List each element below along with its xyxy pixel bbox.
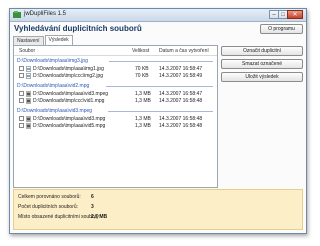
summary-value: 2,7 MB xyxy=(91,214,108,220)
results-list[interactable]: Soubor Velikost Datum a čas vytvoření D:… xyxy=(13,45,218,188)
file-date: 14.3.2007 16:58:48 xyxy=(159,98,203,104)
summary-label: Počet duplicitních souborů: xyxy=(18,204,79,210)
column-header-row: Soubor Velikost Datum a čas vytvoření xyxy=(14,46,217,56)
file-size: 1,3 MB xyxy=(135,91,151,97)
app-icon xyxy=(13,11,21,18)
file-size: 1,3 MB xyxy=(135,116,151,122)
group-divider xyxy=(109,61,213,62)
file-size: 1,3 MB xyxy=(135,98,151,104)
summary-panel: Celkem porovnáno souborů: 6 Počet duplic… xyxy=(13,189,303,230)
file-icon xyxy=(26,66,31,72)
column-header-size[interactable]: Velikost xyxy=(132,48,149,54)
file-date: 14.3.2007 16:58:49 xyxy=(159,73,203,79)
table-row[interactable]: D:\Downloads\tmp\aaa\img1.jpg 70 KB 14.3… xyxy=(14,66,217,73)
video-file-icon xyxy=(26,91,31,97)
row-checkbox[interactable] xyxy=(19,98,24,103)
window-title: jwDupliFiles 1.5 xyxy=(24,11,67,17)
file-size: 70 KB xyxy=(135,73,149,79)
table-row[interactable]: D:\Downloads\tmp\aaa\vid5.mpg 1,3 MB 14.… xyxy=(14,123,217,130)
file-path: D:\Downloads\tmp\ccc\vid1.mpg xyxy=(33,98,105,104)
table-row[interactable]: D:\Downloads\tmp\aaa\vid3.mpeg 1,3 MB 14… xyxy=(14,91,217,98)
row-checkbox[interactable] xyxy=(19,91,24,96)
column-header-date[interactable]: Datum a čas vytvoření xyxy=(159,48,209,54)
table-row[interactable]: D:\Downloads\tmp\aaa\vid3.mpg 1,3 MB 14.… xyxy=(14,116,217,123)
column-header-file[interactable]: Soubor xyxy=(19,48,35,54)
page-title: Vyhledávání duplicitních souborů xyxy=(14,24,142,33)
file-path: D:\Downloads\tmp\ccc\img2.jpg xyxy=(33,73,104,79)
group-divider xyxy=(106,86,213,87)
video-file-icon xyxy=(26,98,31,104)
about-button[interactable]: O programu xyxy=(260,24,303,34)
summary-row: Počet duplicitních souborů: 3 xyxy=(18,204,94,210)
table-row[interactable]: D:\Downloads\tmp\ccc\vid1.mpg 1,3 MB 14.… xyxy=(14,98,217,105)
mark-duplicates-button[interactable]: Označit duplicitní xyxy=(221,46,303,56)
file-path: D:\Downloads\tmp\aaa\vid3.mpeg xyxy=(33,91,109,97)
video-file-icon xyxy=(26,116,31,122)
file-path: D:\Downloads\tmp\aaa\vid5.mpg xyxy=(33,123,106,129)
header: Vyhledávání duplicitních souborů O progr… xyxy=(10,22,306,36)
caption-buttons: – □ ✕ xyxy=(269,10,303,19)
delete-marked-button[interactable]: Smazat označené xyxy=(221,59,303,69)
summary-label: Celkem porovnáno souborů: xyxy=(18,194,81,200)
group-header: D:\Downloads\tmp\aaa\vid2.mpg xyxy=(17,83,90,89)
tab-settings[interactable]: Nastavení xyxy=(13,36,44,45)
summary-value: 6 xyxy=(91,194,94,200)
summary-row: Celkem porovnáno souborů: 6 xyxy=(18,194,94,200)
file-date: 14.3.2007 16:58:47 xyxy=(159,66,203,72)
file-path: D:\Downloads\tmp\aaa\img1.jpg xyxy=(33,66,104,72)
summary-value: 3 xyxy=(91,204,94,210)
row-checkbox[interactable] xyxy=(19,123,24,128)
summary-row: Místo obsazené duplicitními soubory: 2,7… xyxy=(18,214,107,220)
save-result-button[interactable]: Uložit výsledek xyxy=(221,72,303,82)
row-checkbox[interactable] xyxy=(19,116,24,121)
file-date: 14.3.2007 16:58:47 xyxy=(159,91,203,97)
table-row[interactable]: D:\Downloads\tmp\ccc\img2.jpg 70 KB 14.3… xyxy=(14,73,217,80)
row-checkbox[interactable] xyxy=(19,66,24,71)
file-size: 1,3 MB xyxy=(135,123,151,129)
file-icon xyxy=(26,73,31,79)
row-checkbox[interactable] xyxy=(19,73,24,78)
file-date: 14.3.2007 16:58:48 xyxy=(159,116,203,122)
file-size: 70 KB xyxy=(135,66,149,72)
app-window: jwDupliFiles 1.5 – □ ✕ Vyhledávání dupli… xyxy=(9,8,307,234)
group-header: D:\Downloads\tmp\aaa\vid3.mpeg xyxy=(17,108,93,114)
group-divider xyxy=(108,111,213,112)
video-file-icon xyxy=(26,123,31,129)
tab-bar: Nastavení Výsledek xyxy=(13,35,74,46)
close-button[interactable]: ✕ xyxy=(287,10,303,19)
title-bar[interactable]: jwDupliFiles 1.5 – □ ✕ xyxy=(10,9,306,22)
group-header: D:\Downloads\tmp\aaa\img3.jpg xyxy=(17,58,88,64)
summary-label: Místo obsazené duplicitními soubory: xyxy=(18,214,101,220)
file-date: 14.3.2007 16:58:48 xyxy=(159,123,203,129)
file-path: D:\Downloads\tmp\aaa\vid3.mpg xyxy=(33,116,106,122)
